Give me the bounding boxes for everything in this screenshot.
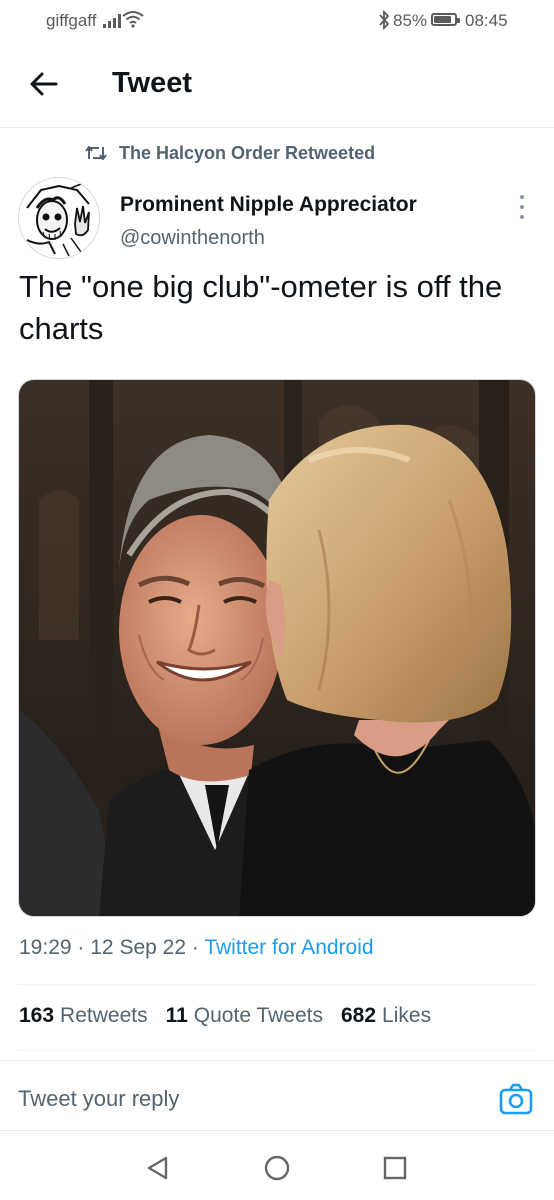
tweet-source-link[interactable]: Twitter for Android bbox=[204, 936, 373, 959]
nav-recents-icon[interactable] bbox=[381, 1154, 409, 1182]
retweet-icon bbox=[85, 146, 107, 160]
author-name[interactable]: Prominent Nipple Appreciator bbox=[120, 193, 417, 217]
bluetooth-icon bbox=[379, 10, 390, 30]
author-handle[interactable]: @cowinthenorth bbox=[120, 227, 265, 250]
quote-tweets-label: Quote Tweets bbox=[193, 1004, 323, 1027]
tweet-date: 12 Sep 22 bbox=[90, 936, 187, 959]
quote-tweets-count: 11 bbox=[165, 1004, 188, 1027]
system-nav-bar bbox=[0, 1132, 554, 1200]
divider bbox=[0, 1060, 554, 1061]
divider bbox=[0, 1130, 554, 1131]
nav-home-icon[interactable] bbox=[263, 1154, 291, 1182]
retweets-count: 163 bbox=[19, 1004, 55, 1027]
likes-label: Likes bbox=[382, 1004, 432, 1027]
engagement-stats: 163 Retweets 11 Quote Tweets 682 Likes bbox=[19, 1004, 431, 1028]
retweets-label: Retweets bbox=[60, 1004, 148, 1027]
header-divider bbox=[0, 127, 554, 128]
meta-separator: · bbox=[191, 936, 199, 959]
battery-icon bbox=[431, 13, 460, 26]
divider bbox=[18, 984, 536, 985]
camera-icon[interactable] bbox=[498, 1082, 534, 1116]
more-options-icon[interactable] bbox=[512, 195, 532, 219]
wifi-icon bbox=[122, 11, 144, 28]
tweet-text: The "one big club"-ometer is off the cha… bbox=[19, 269, 503, 346]
reply-input[interactable]: Tweet your reply bbox=[18, 1086, 179, 1112]
tweet-time: 19:29 bbox=[19, 936, 72, 959]
signal-icon bbox=[103, 12, 121, 28]
meta-separator: · bbox=[77, 936, 85, 959]
tweet-photo[interactable] bbox=[18, 379, 536, 917]
likes-stat[interactable]: 682 Likes bbox=[341, 1004, 431, 1028]
avatar[interactable] bbox=[18, 177, 100, 259]
retweets-stat[interactable]: 163 Retweets bbox=[19, 1004, 148, 1028]
carrier-label: giffgaff bbox=[46, 11, 97, 30]
page-title: Tweet bbox=[112, 67, 193, 99]
status-bar: giffgaff 85% 08:45 bbox=[0, 0, 554, 44]
retweeted-by-label[interactable]: The Halcyon Order Retweeted bbox=[119, 143, 375, 164]
nav-back-icon[interactable] bbox=[144, 1154, 172, 1182]
tweet-meta: 19:29 · 12 Sep 22 · Twitter for Android bbox=[19, 936, 374, 960]
divider bbox=[18, 1050, 536, 1051]
back-arrow-icon[interactable] bbox=[26, 66, 62, 102]
battery-percent: 85% bbox=[393, 11, 428, 30]
status-time: 08:45 bbox=[465, 11, 508, 30]
likes-count: 682 bbox=[341, 1004, 377, 1027]
quote-tweets-stat[interactable]: 11 Quote Tweets bbox=[166, 1004, 323, 1028]
